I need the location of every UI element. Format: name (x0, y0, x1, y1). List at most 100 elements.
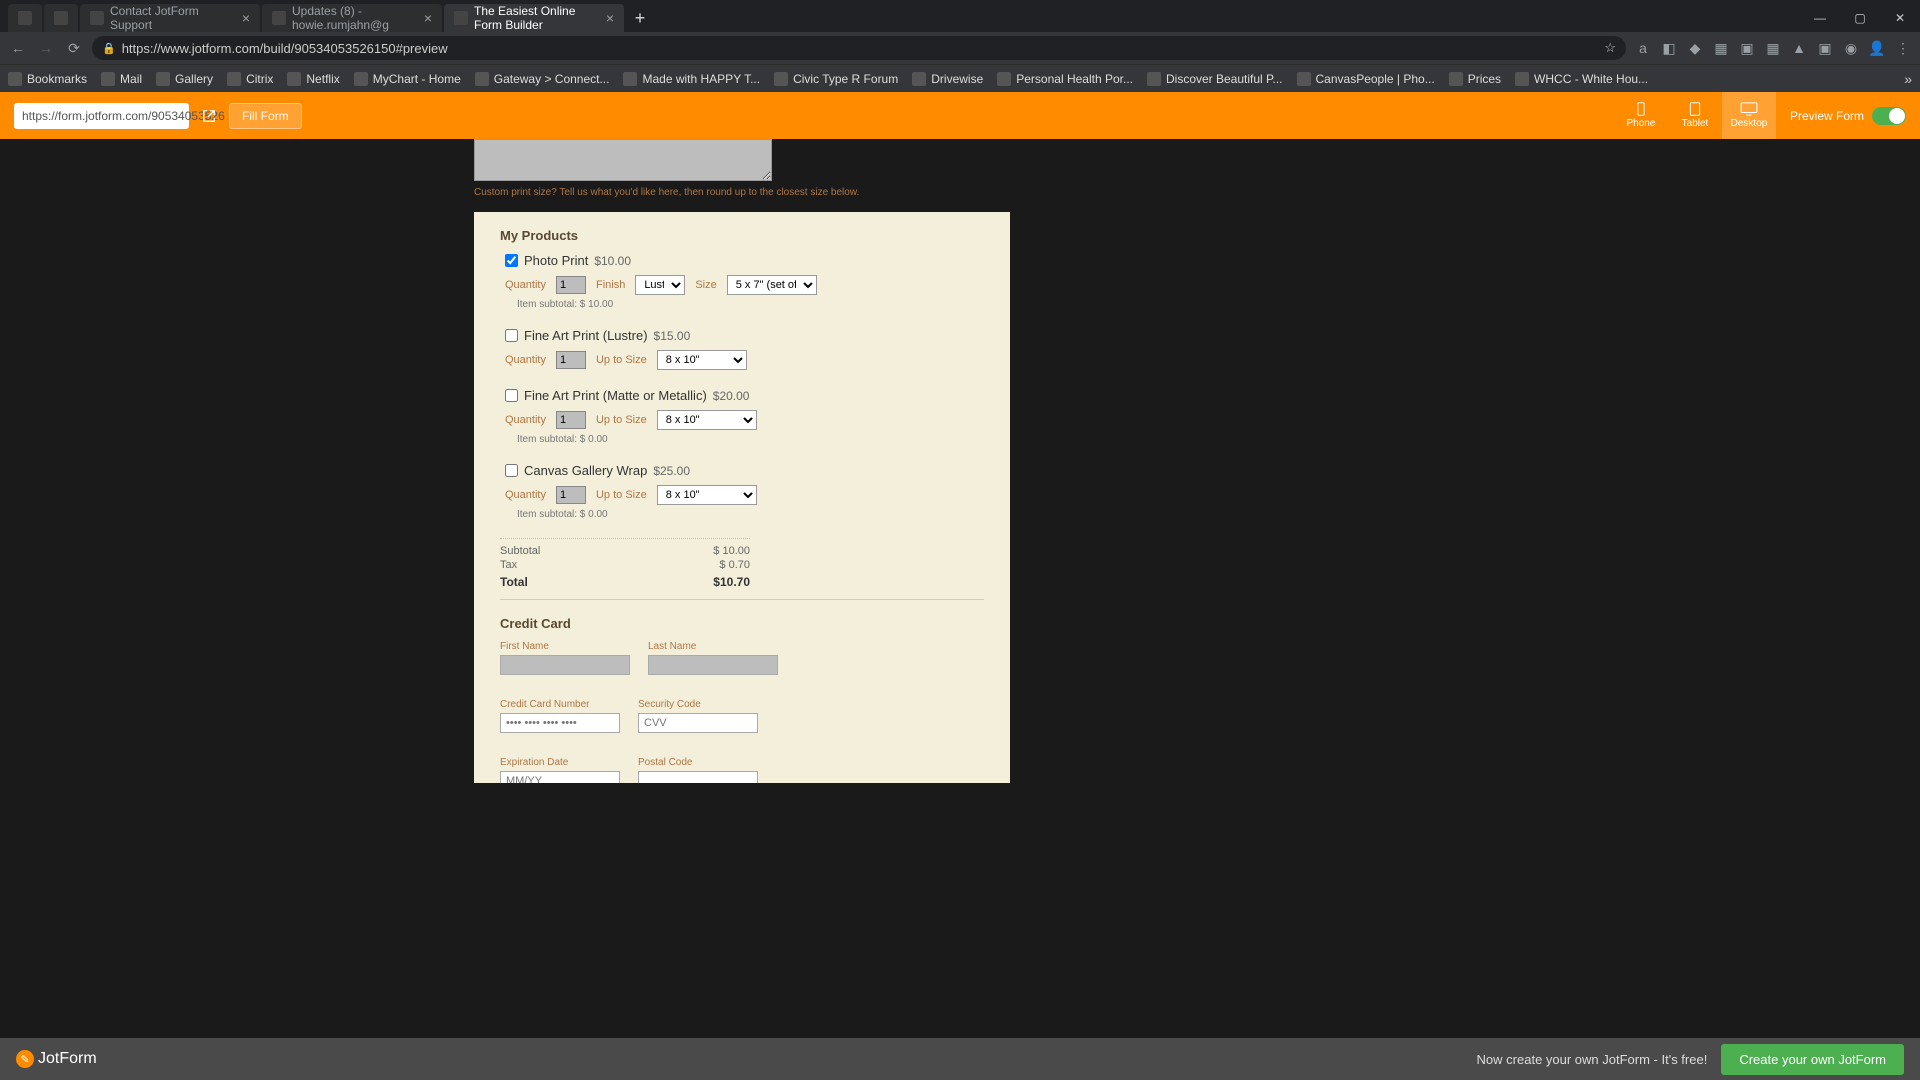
product-checkbox[interactable] (505, 464, 518, 477)
bookmark[interactable]: MyChart - Home (354, 72, 461, 86)
bookmark[interactable]: WHCC - White Hou... (1515, 72, 1648, 86)
qty-input[interactable] (556, 351, 586, 369)
ext-icon[interactable]: a (1634, 39, 1652, 57)
open-external-icon[interactable] (195, 102, 223, 130)
last-name-input[interactable] (648, 655, 778, 675)
reload-icon[interactable]: ⟳ (64, 38, 84, 58)
totals-block: Subtotal$ 10.00 Tax$ 0.70 Total$10.70 (500, 538, 750, 589)
bookmark[interactable]: Prices (1449, 72, 1501, 86)
device-label: Desktop (1731, 118, 1768, 129)
footer-bar: ✎ JotForm Now create your own JotForm - … (0, 1038, 1920, 1080)
form-url-display[interactable]: https://form.jotform.com/90534053526 (14, 103, 189, 129)
subtotal-label: Subtotal (500, 545, 540, 557)
jotform-logo[interactable]: ✎ JotForm (16, 1050, 97, 1068)
qty-input[interactable] (556, 276, 586, 294)
bookmark[interactable]: Netflix (287, 72, 339, 86)
bookmark[interactable]: Drivewise (912, 72, 983, 86)
new-tab-button[interactable]: + (626, 4, 654, 32)
size-select[interactable]: 5 x 7" (set of 3) (727, 275, 817, 295)
item-subtotal: Item subtotal: $ 0.00 (505, 509, 984, 520)
profile-icon[interactable]: 👤 (1868, 39, 1886, 57)
ext-icon[interactable]: ▦ (1712, 39, 1730, 57)
ext-icon[interactable]: ▣ (1816, 39, 1834, 57)
qty-input[interactable] (556, 411, 586, 429)
upto-label: Up to Size (596, 354, 647, 366)
browser-tab[interactable] (44, 4, 78, 32)
product-price: $10.00 (594, 254, 631, 268)
total-label: Total (500, 575, 528, 589)
qty-input[interactable] (556, 486, 586, 504)
product-name: Fine Art Print (Matte or Metallic) (524, 388, 707, 403)
minimize-icon[interactable]: — (1800, 4, 1840, 32)
custom-notes-input[interactable] (474, 139, 772, 181)
bookmark[interactable]: Personal Health Por... (997, 72, 1133, 86)
bookmark[interactable]: Civic Type R Forum (774, 72, 898, 86)
ext-icon[interactable]: ◧ (1660, 39, 1678, 57)
product-price: $15.00 (654, 329, 691, 343)
finish-label: Finish (596, 279, 625, 291)
menu-icon[interactable]: ⋮ (1894, 39, 1912, 57)
first-name-input[interactable] (500, 655, 630, 675)
product-checkbox[interactable] (505, 254, 518, 267)
device-phone[interactable]: Phone (1614, 92, 1668, 139)
bookmark[interactable]: Bookmarks (8, 72, 87, 86)
bookmark[interactable]: Discover Beautiful P... (1147, 72, 1283, 86)
fill-form-button[interactable]: Fill Form (229, 103, 302, 129)
preview-toggle[interactable] (1872, 107, 1906, 125)
form-card: My Products Photo Print $10.00 Quantity … (474, 212, 1010, 783)
bookmark[interactable]: Gallery (156, 72, 213, 86)
bookmark[interactable]: Made with HAPPY T... (623, 72, 760, 86)
close-icon[interactable]: × (236, 10, 250, 26)
ext-icon[interactable]: ▲ (1790, 39, 1808, 57)
item-subtotal: Item subtotal: $ 0.00 (505, 434, 984, 445)
bookmark[interactable]: CanvasPeople | Pho... (1297, 72, 1435, 86)
size-select[interactable]: 8 x 10" (657, 410, 757, 430)
browser-tab[interactable] (8, 4, 42, 32)
browser-tab[interactable]: The Easiest Online Form Builder× (444, 4, 624, 32)
close-icon[interactable]: × (600, 10, 614, 26)
device-desktop[interactable]: Desktop (1722, 92, 1776, 139)
maximize-icon[interactable]: ▢ (1840, 4, 1880, 32)
cc-number-input[interactable] (500, 713, 620, 733)
browser-tab[interactable]: Updates (8) - howie.rumjahn@g× (262, 4, 442, 32)
tab-title: Contact JotForm Support (110, 4, 230, 32)
address-bar: ← → ⟳ 🔒 https://www.jotform.com/build/90… (0, 32, 1920, 64)
product-item: Fine Art Print (Lustre) $15.00 Quantity … (500, 328, 984, 370)
close-icon[interactable]: × (418, 10, 432, 26)
size-select[interactable]: 8 x 10" (657, 350, 747, 370)
product-item: Photo Print $10.00 Quantity Finish Lustr… (500, 253, 984, 310)
bookmark[interactable]: Gateway > Connect... (475, 72, 610, 86)
size-label: Size (695, 279, 716, 291)
tax-label: Tax (500, 559, 517, 571)
ext-icon[interactable]: ▦ (1764, 39, 1782, 57)
product-checkbox[interactable] (505, 329, 518, 342)
product-name: Photo Print (524, 253, 588, 268)
first-name-label: First Name (500, 641, 630, 652)
cc-cvv-input[interactable] (638, 713, 758, 733)
bookmark[interactable]: Citrix (227, 72, 273, 86)
browser-tab[interactable]: Contact JotForm Support × (80, 4, 260, 32)
product-item: Canvas Gallery Wrap $25.00 Quantity Up t… (500, 463, 984, 520)
size-select[interactable]: 8 x 10" (657, 485, 757, 505)
ext-icon[interactable]: ◉ (1842, 39, 1860, 57)
cc-exp-input[interactable] (500, 771, 620, 783)
bookmarks-bar: Bookmarks Mail Gallery Citrix Netflix My… (0, 64, 1920, 92)
back-icon[interactable]: ← (8, 38, 28, 58)
star-icon[interactable]: ☆ (1604, 40, 1616, 56)
bookmarks-overflow-icon[interactable]: » (1904, 71, 1912, 87)
cc-zip-input[interactable] (638, 771, 758, 783)
finish-select[interactable]: Lustre (635, 275, 685, 295)
cc-cvv-label: Security Code (638, 699, 758, 710)
device-tablet[interactable]: Tablet (1668, 92, 1722, 139)
ext-icon[interactable]: ▣ (1738, 39, 1756, 57)
create-jotform-button[interactable]: Create your own JotForm (1721, 1044, 1904, 1075)
product-name: Fine Art Print (Lustre) (524, 328, 648, 343)
ext-icon[interactable]: ◆ (1686, 39, 1704, 57)
bookmark[interactable]: Mail (101, 72, 142, 86)
close-window-icon[interactable]: ✕ (1880, 4, 1920, 32)
product-checkbox[interactable] (505, 389, 518, 402)
url-input[interactable]: 🔒 https://www.jotform.com/build/90534053… (92, 36, 1626, 60)
logo-text: JotForm (38, 1050, 97, 1068)
forward-icon[interactable]: → (36, 38, 56, 58)
form-viewport[interactable]: Custom print size? Tell us what you'd li… (0, 139, 1920, 783)
